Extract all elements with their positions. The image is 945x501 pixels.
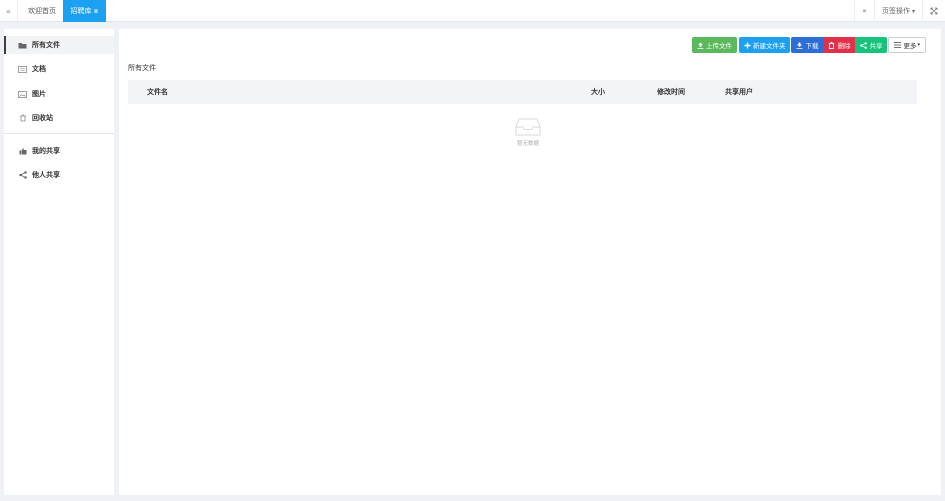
sidebar-item-label: 图片 (32, 90, 46, 98)
trash-icon (18, 114, 27, 122)
page-ops-label: 页签操作 (881, 7, 910, 15)
sidebar-item-my-shares[interactable]: 我的共享 (4, 142, 114, 160)
more-label: 更多 (903, 42, 917, 50)
column-header-modified[interactable]: 修改时间 (657, 80, 685, 104)
tab-recruit-library[interactable]: 招聘库 ⊗ (63, 0, 106, 22)
fullscreen-button[interactable] (922, 0, 945, 22)
tab-next-button[interactable]: » (854, 0, 874, 22)
toolbar: 上传文件 新建文件夹 下载 删除 共享 更多 ▾ (690, 37, 926, 53)
document-icon (18, 65, 27, 73)
sidebar: 所有文件 文档 图片 回收站 我的共享 他人共享 (4, 29, 114, 495)
sidebar-item-label: 所有文件 (32, 41, 60, 49)
main-panel: 上传文件 新建文件夹 下载 删除 共享 更多 ▾ 所有文件 文件名 大小 修改时… (119, 29, 941, 495)
column-header-name[interactable]: 文件名 (147, 80, 168, 104)
sidebar-item-label: 我的共享 (32, 147, 60, 155)
upload-button[interactable]: 上传文件 (691, 37, 737, 53)
download-button[interactable]: 下载 (791, 37, 824, 53)
sidebar-item-label: 他人共享 (32, 171, 60, 179)
download-icon (796, 42, 803, 49)
download-label: 下载 (805, 42, 819, 50)
sidebar-item-recycle-bin[interactable]: 回收站 (4, 109, 114, 127)
share-button[interactable]: 共享 (855, 37, 888, 53)
sidebar-item-label: 文档 (32, 65, 46, 73)
upload-label: 上传文件 (705, 42, 732, 50)
more-dropdown-button[interactable]: 更多 ▾ (888, 37, 926, 53)
tab-prev-button[interactable]: « (0, 0, 18, 22)
sidebar-item-documents[interactable]: 文档 (4, 60, 114, 78)
delete-button[interactable]: 删除 (823, 37, 856, 53)
delete-label: 删除 (837, 42, 851, 50)
thumbs-up-icon (18, 147, 27, 155)
share-icon (860, 41, 868, 49)
page-ops-dropdown[interactable]: 页签操作 ▾ (874, 0, 922, 22)
folder-open-icon (18, 41, 27, 49)
empty-state: 暂无数据 (514, 117, 542, 147)
empty-text: 暂无数据 (516, 141, 539, 147)
sidebar-item-all-files[interactable]: 所有文件 (4, 36, 114, 54)
trash-icon (829, 41, 835, 49)
sidebar-divider (4, 133, 114, 134)
file-table-header: 文件名 大小 修改时间 共享用户 (128, 80, 917, 104)
double-right-icon: » (862, 7, 867, 15)
menu-icon (894, 42, 902, 48)
tab-bar: « 欢迎首页 招聘库 ⊗ » 页签操作 ▾ (0, 0, 945, 22)
column-header-shared-users[interactable]: 共享用户 (725, 80, 753, 104)
share-icon (18, 171, 27, 179)
chevron-down-icon: ▾ (911, 7, 915, 15)
image-icon (18, 90, 27, 98)
breadcrumb: 所有文件 (128, 64, 156, 72)
tab-close-icon[interactable]: ⊗ (93, 8, 98, 15)
sidebar-item-images[interactable]: 图片 (4, 85, 114, 103)
double-left-icon: « (6, 6, 11, 16)
tab-label: 欢迎首页 (28, 7, 56, 15)
tab-welcome[interactable]: 欢迎首页 (22, 0, 62, 22)
empty-inbox-icon (515, 118, 541, 136)
plus-icon (744, 42, 751, 48)
column-header-size[interactable]: 大小 (591, 80, 605, 104)
fullscreen-icon (930, 7, 938, 15)
upload-icon (697, 42, 704, 49)
sidebar-item-label: 回收站 (32, 114, 53, 122)
sidebar-item-others-shares[interactable]: 他人共享 (4, 166, 114, 184)
tab-label: 招聘库 (70, 7, 92, 15)
new-folder-button[interactable]: 新建文件夹 (738, 37, 791, 53)
chevron-down-icon: ▾ (917, 42, 920, 48)
new-folder-label: 新建文件夹 (752, 42, 786, 50)
share-label: 共享 (869, 42, 883, 50)
